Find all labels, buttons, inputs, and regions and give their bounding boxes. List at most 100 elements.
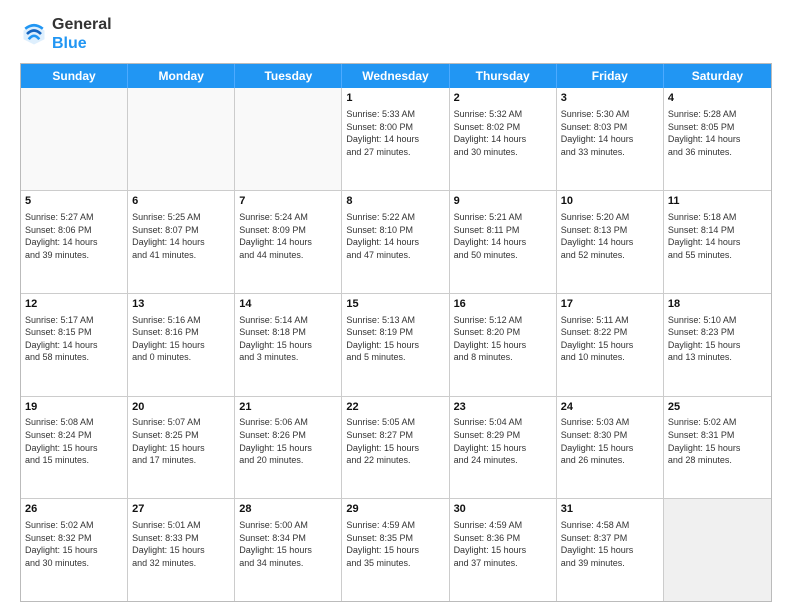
calendar-cell: 7Sunrise: 5:24 AM Sunset: 8:09 PM Daylig… bbox=[235, 191, 342, 293]
calendar-cell: 9 Sunrise: 5:21 AM Sunset: 8:11 PM Daylig… bbox=[450, 191, 557, 293]
header-day-thursday: Thursday bbox=[450, 64, 557, 88]
calendar-cell: 12Sunrise: 5:17 AM Sunset: 8:15 PM Dayli… bbox=[21, 294, 128, 396]
calendar-header: SundayMondayTuesdayWednesdayThursdayFrid… bbox=[21, 64, 771, 88]
calendar-cell: 16 Sunrise: 5:12 AM Sunset: 8:20 PM Dayli… bbox=[450, 294, 557, 396]
calendar-cell: 3Sunrise: 5:30 AM Sunset: 8:03 PM Daylig… bbox=[557, 88, 664, 190]
day-number: 6 bbox=[132, 194, 230, 209]
day-number: 24 bbox=[561, 400, 659, 415]
calendar-cell: 10Sunrise: 5:20 AM Sunset: 8:13 PM Dayli… bbox=[557, 191, 664, 293]
day-info: Sunrise: 5:17 AM Sunset: 8:15 PM Dayligh… bbox=[25, 314, 123, 364]
day-number: 25 bbox=[668, 400, 767, 415]
day-info: Sunrise: 5:06 AM Sunset: 8:26 PM Dayligh… bbox=[239, 416, 337, 466]
day-info: Sunrise: 5:18 AM Sunset: 8:14 PM Dayligh… bbox=[668, 211, 767, 261]
day-info: Sunrise: 4:58 AM Sunset: 8:37 PM Dayligh… bbox=[561, 519, 659, 569]
day-info: Sunrise: 5:02 AM Sunset: 8:32 PM Dayligh… bbox=[25, 519, 123, 569]
calendar: SundayMondayTuesdayWednesdayThursdayFrid… bbox=[20, 63, 772, 602]
day-number: 20 bbox=[132, 400, 230, 415]
calendar-cell: 24Sunrise: 5:03 AM Sunset: 8:30 PM Dayli… bbox=[557, 397, 664, 499]
calendar-cell: 14Sunrise: 5:14 AM Sunset: 8:18 PM Dayli… bbox=[235, 294, 342, 396]
day-number: 19 bbox=[25, 400, 123, 415]
day-number: 1 bbox=[346, 91, 444, 106]
header-day-sunday: Sunday bbox=[21, 64, 128, 88]
calendar-cell: 5 Sunrise: 5:27 AM Sunset: 8:06 PM Daylig… bbox=[21, 191, 128, 293]
calendar-cell bbox=[235, 88, 342, 190]
day-number: 2 bbox=[454, 91, 552, 106]
day-info: Sunrise: 5:24 AM Sunset: 8:09 PM Dayligh… bbox=[239, 211, 337, 261]
calendar-cell bbox=[664, 499, 771, 601]
calendar-cell: 1 Sunrise: 5:33 AM Sunset: 8:00 PM Daylig… bbox=[342, 88, 449, 190]
calendar-cell: 6 Sunrise: 5:25 AM Sunset: 8:07 PM Daylig… bbox=[128, 191, 235, 293]
calendar-cell: 27 Sunrise: 5:01 AM Sunset: 8:33 PM Dayli… bbox=[128, 499, 235, 601]
week-row-1: 1 Sunrise: 5:33 AM Sunset: 8:00 PM Daylig… bbox=[21, 88, 771, 191]
day-info: Sunrise: 4:59 AM Sunset: 8:35 PM Dayligh… bbox=[346, 519, 444, 569]
calendar-cell bbox=[21, 88, 128, 190]
calendar-cell: 4Sunrise: 5:28 AM Sunset: 8:05 PM Daylig… bbox=[664, 88, 771, 190]
day-info: Sunrise: 5:33 AM Sunset: 8:00 PM Dayligh… bbox=[346, 108, 444, 158]
day-number: 16 bbox=[454, 297, 552, 312]
day-number: 15 bbox=[346, 297, 444, 312]
day-info: Sunrise: 5:01 AM Sunset: 8:33 PM Dayligh… bbox=[132, 519, 230, 569]
day-number: 26 bbox=[25, 502, 123, 517]
day-number: 10 bbox=[561, 194, 659, 209]
calendar-cell: 22Sunrise: 5:05 AM Sunset: 8:27 PM Dayli… bbox=[342, 397, 449, 499]
day-info: Sunrise: 5:10 AM Sunset: 8:23 PM Dayligh… bbox=[668, 314, 767, 364]
calendar-cell: 13 Sunrise: 5:16 AM Sunset: 8:16 PM Dayli… bbox=[128, 294, 235, 396]
header-day-friday: Friday bbox=[557, 64, 664, 88]
day-number: 22 bbox=[346, 400, 444, 415]
day-info: Sunrise: 5:03 AM Sunset: 8:30 PM Dayligh… bbox=[561, 416, 659, 466]
day-info: Sunrise: 5:13 AM Sunset: 8:19 PM Dayligh… bbox=[346, 314, 444, 364]
calendar-cell bbox=[128, 88, 235, 190]
calendar-cell: 17Sunrise: 5:11 AM Sunset: 8:22 PM Dayli… bbox=[557, 294, 664, 396]
day-number: 8 bbox=[346, 194, 444, 209]
calendar-cell: 30 Sunrise: 4:59 AM Sunset: 8:36 PM Dayli… bbox=[450, 499, 557, 601]
day-number: 29 bbox=[346, 502, 444, 517]
calendar-cell: 8 Sunrise: 5:22 AM Sunset: 8:10 PM Daylig… bbox=[342, 191, 449, 293]
calendar-cell: 2Sunrise: 5:32 AM Sunset: 8:02 PM Daylig… bbox=[450, 88, 557, 190]
day-info: Sunrise: 5:16 AM Sunset: 8:16 PM Dayligh… bbox=[132, 314, 230, 364]
day-number: 4 bbox=[668, 91, 767, 106]
calendar-body: 1 Sunrise: 5:33 AM Sunset: 8:00 PM Daylig… bbox=[21, 88, 771, 601]
day-number: 13 bbox=[132, 297, 230, 312]
day-info: Sunrise: 5:22 AM Sunset: 8:10 PM Dayligh… bbox=[346, 211, 444, 261]
day-number: 18 bbox=[668, 297, 767, 312]
logo-icon bbox=[20, 20, 48, 48]
calendar-cell: 29 Sunrise: 4:59 AM Sunset: 8:35 PM Dayli… bbox=[342, 499, 449, 601]
header: General Blue bbox=[20, 15, 772, 53]
day-info: Sunrise: 5:00 AM Sunset: 8:34 PM Dayligh… bbox=[239, 519, 337, 569]
day-info: Sunrise: 5:25 AM Sunset: 8:07 PM Dayligh… bbox=[132, 211, 230, 261]
header-day-saturday: Saturday bbox=[664, 64, 771, 88]
day-number: 9 bbox=[454, 194, 552, 209]
day-info: Sunrise: 4:59 AM Sunset: 8:36 PM Dayligh… bbox=[454, 519, 552, 569]
week-row-4: 19Sunrise: 5:08 AM Sunset: 8:24 PM Dayli… bbox=[21, 397, 771, 500]
day-number: 27 bbox=[132, 502, 230, 517]
calendar-cell: 20Sunrise: 5:07 AM Sunset: 8:25 PM Dayli… bbox=[128, 397, 235, 499]
day-info: Sunrise: 5:27 AM Sunset: 8:06 PM Dayligh… bbox=[25, 211, 123, 261]
header-day-wednesday: Wednesday bbox=[342, 64, 449, 88]
calendar-cell: 19Sunrise: 5:08 AM Sunset: 8:24 PM Dayli… bbox=[21, 397, 128, 499]
day-info: Sunrise: 5:02 AM Sunset: 8:31 PM Dayligh… bbox=[668, 416, 767, 466]
day-number: 30 bbox=[454, 502, 552, 517]
calendar-cell: 23Sunrise: 5:04 AM Sunset: 8:29 PM Dayli… bbox=[450, 397, 557, 499]
day-info: Sunrise: 5:12 AM Sunset: 8:20 PM Dayligh… bbox=[454, 314, 552, 364]
day-info: Sunrise: 5:21 AM Sunset: 8:11 PM Dayligh… bbox=[454, 211, 552, 261]
calendar-cell: 21Sunrise: 5:06 AM Sunset: 8:26 PM Dayli… bbox=[235, 397, 342, 499]
day-number: 17 bbox=[561, 297, 659, 312]
day-number: 31 bbox=[561, 502, 659, 517]
week-row-5: 26 Sunrise: 5:02 AM Sunset: 8:32 PM Dayli… bbox=[21, 499, 771, 601]
day-info: Sunrise: 5:08 AM Sunset: 8:24 PM Dayligh… bbox=[25, 416, 123, 466]
day-info: Sunrise: 5:04 AM Sunset: 8:29 PM Dayligh… bbox=[454, 416, 552, 466]
calendar-cell: 25Sunrise: 5:02 AM Sunset: 8:31 PM Dayli… bbox=[664, 397, 771, 499]
day-number: 23 bbox=[454, 400, 552, 415]
day-info: Sunrise: 5:07 AM Sunset: 8:25 PM Dayligh… bbox=[132, 416, 230, 466]
day-info: Sunrise: 5:14 AM Sunset: 8:18 PM Dayligh… bbox=[239, 314, 337, 364]
day-number: 21 bbox=[239, 400, 337, 415]
calendar-cell: 26 Sunrise: 5:02 AM Sunset: 8:32 PM Dayli… bbox=[21, 499, 128, 601]
logo: General Blue bbox=[20, 15, 112, 53]
week-row-3: 12Sunrise: 5:17 AM Sunset: 8:15 PM Dayli… bbox=[21, 294, 771, 397]
logo-text: General Blue bbox=[52, 15, 112, 53]
calendar-cell: 11Sunrise: 5:18 AM Sunset: 8:14 PM Dayli… bbox=[664, 191, 771, 293]
calendar-cell: 28Sunrise: 5:00 AM Sunset: 8:34 PM Dayli… bbox=[235, 499, 342, 601]
day-number: 5 bbox=[25, 194, 123, 209]
header-day-tuesday: Tuesday bbox=[235, 64, 342, 88]
day-info: Sunrise: 5:05 AM Sunset: 8:27 PM Dayligh… bbox=[346, 416, 444, 466]
